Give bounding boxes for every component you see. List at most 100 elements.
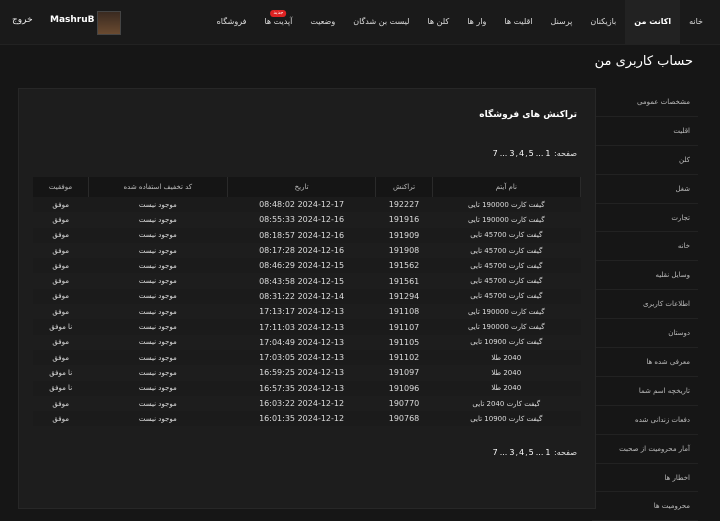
page-link[interactable]: 7 — [493, 448, 498, 457]
sidebar-item[interactable]: اخطار ها — [592, 464, 698, 493]
transaction-id-cell: 191909 — [375, 227, 433, 243]
nav-item[interactable]: آپدیت ها جدید — [255, 0, 301, 44]
item-name-cell: گیفت کارت 2040 تایی — [472, 399, 541, 408]
discount-code-cell: موجود نیست — [138, 246, 177, 255]
sidebar-item[interactable]: دفعات زندانی شده — [592, 406, 698, 435]
status-cell: موفق — [52, 246, 69, 255]
status-cell: موفق — [52, 338, 69, 347]
nav-item-label: وضعیت — [310, 17, 336, 26]
nav-item[interactable]: کلن ها — [418, 0, 458, 44]
page-link[interactable]: 1 — [545, 149, 550, 158]
nav-item[interactable]: لیست بن شدگان — [344, 0, 418, 44]
discount-code-cell: موجود نیست — [88, 258, 228, 274]
new-badge: جدید — [270, 10, 287, 17]
nav-item[interactable]: وضعیت — [301, 0, 344, 44]
item-name-cell: گیفت کارت 190000 تایی — [467, 215, 545, 224]
nav-item[interactable]: اقلیت ها — [495, 0, 541, 44]
date-cell: 2024-12-13 17:03:05 — [227, 349, 376, 366]
page-link[interactable]: 4 — [519, 149, 524, 158]
column-header: کد تخفیف استفاده شده — [88, 177, 228, 197]
table-row: گیفت کارت 45700 تایی 191562 2024-12-15 08:… — [33, 258, 581, 274]
sidebar-item[interactable]: شغل — [592, 175, 698, 204]
discount-code-cell: موجود نیست — [88, 197, 228, 213]
pager-label: صفحه: — [551, 149, 577, 158]
top-navbar: خروج MashruB خانه اکانت من بازیکنان پرسنل اق… — [0, 0, 720, 45]
nav-item[interactable]: خانه — [680, 0, 712, 44]
pagination-top: صفحه: 1...3,4,5...7 — [492, 149, 577, 158]
nav-item[interactable]: بازیکنان — [581, 0, 625, 44]
date-cell: 2024-12-14 08:31:22 — [227, 288, 376, 305]
transaction-id-cell: 191096 — [375, 380, 433, 396]
nav-item-label: آپدیت ها — [264, 17, 293, 26]
table-row: 2040 طلا 191097 2024-12-13 16:59:25 موجود ن… — [33, 365, 581, 380]
nav-item[interactable]: پرسنل — [542, 0, 582, 44]
discount-code-cell: موجود نیست — [88, 288, 228, 305]
date-cell: 2024-12-12 16:03:22 — [259, 399, 345, 408]
status-cell: موفق — [33, 258, 89, 274]
date-cell: 2024-12-13 17:11:03 — [227, 319, 376, 335]
status-cell: موفق — [52, 399, 69, 408]
nav-item[interactable]: فروشگاه — [208, 0, 256, 44]
transactions-table: نام آیتم تراکنش تاریخ کد تخفیف استفاده شده م… — [33, 177, 582, 427]
column-header: تاریخ — [227, 177, 377, 197]
table-row: گیفت کارت 190000 تایی 192227 2024-12-17 08… — [33, 197, 581, 213]
page-link[interactable]: 1 — [545, 448, 550, 457]
item-name-cell: گیفت کارت 190000 تایی — [432, 319, 581, 335]
page-link[interactable]: 3 — [509, 448, 514, 457]
sidebar-item[interactable]: معرفی شده ها — [592, 348, 698, 377]
page-link[interactable]: 3 — [509, 149, 514, 158]
status-cell: موفق — [52, 277, 69, 286]
sidebar-item[interactable]: خانه — [592, 232, 698, 262]
page-link[interactable]: 4 — [519, 448, 524, 457]
table-row: گیفت کارت 45700 تایی 191561 2024-12-15 08:… — [33, 273, 581, 288]
nav-item[interactable]: اکانت من — [625, 0, 681, 44]
page-link[interactable]: 5 — [529, 149, 534, 158]
page-link[interactable]: 7 — [493, 149, 498, 158]
sidebar-item[interactable]: دوستان — [592, 319, 698, 349]
column-header: تراکنش — [375, 177, 433, 197]
item-name-cell: گیفت کارت 10900 تایی — [432, 411, 581, 427]
page-link: ... — [535, 149, 544, 158]
sidebar-item[interactable]: وسایل نقلیه — [592, 261, 698, 291]
discount-code-cell: موجود نیست — [88, 227, 228, 243]
discount-code-cell: موجود نیست — [88, 380, 228, 396]
transaction-id-cell: 191108 — [388, 307, 420, 317]
page-link: ... — [499, 149, 508, 158]
item-name-cell: گیفت کارت 190000 تایی — [432, 197, 581, 213]
discount-code-cell: موجود نیست — [138, 307, 177, 316]
nav-item-label: اکانت من — [634, 17, 672, 26]
page-title: حساب کاربری من — [594, 54, 693, 69]
date-cell: 2024-12-12 16:01:35 — [227, 411, 376, 427]
discount-code-cell: موجود نیست — [88, 411, 228, 427]
table-row: 2040 طلا 191102 2024-12-13 17:03:05 موجود ن… — [33, 349, 581, 366]
sidebar-item[interactable]: کلن — [592, 146, 698, 175]
table-row: گیفت کارت 190000 تایی 191108 2024-12-13 17… — [33, 304, 581, 319]
discount-code-cell: موجود نیست — [88, 319, 228, 335]
transaction-id-cell: 191102 — [375, 349, 433, 366]
table-row: گیفت کارت 45700 تایی 191908 2024-12-16 08:… — [33, 243, 581, 258]
sidebar-item[interactable]: اقلیت — [592, 117, 698, 146]
sidebar-item[interactable]: مشخصات عمومی — [592, 88, 698, 117]
sidebar-item[interactable]: اطلاعات کاربری — [592, 290, 698, 320]
transaction-id-cell: 191562 — [375, 258, 433, 274]
item-name-cell: گیفت کارت 10900 تایی — [470, 338, 543, 347]
username[interactable]: MashruB — [50, 15, 95, 25]
item-name-cell: گیفت کارت 190000 تایی — [467, 307, 545, 316]
transaction-id-cell: 191561 — [388, 276, 420, 286]
sidebar-item[interactable]: تجارت — [592, 204, 698, 233]
date-cell: 2024-12-16 08:55:33 — [259, 215, 345, 225]
column-header: نام آیتم — [432, 177, 582, 197]
shop-transactions-panel: تراکنش های فروشگاه صفحه: 1...3,4,5...7 ن… — [18, 88, 596, 509]
page-link[interactable]: 5 — [529, 448, 534, 457]
avatar[interactable] — [97, 11, 121, 35]
table-header-row: نام آیتم تراکنش تاریخ کد تخفیف استفاده شده م… — [33, 177, 582, 197]
status-cell: نا موفق — [49, 368, 73, 377]
logout-link[interactable]: خروج — [12, 15, 33, 25]
nav-item-label: اقلیت ها — [504, 17, 533, 26]
item-name-cell: گیفت کارت 45700 تایی — [470, 277, 543, 286]
date-cell: 2024-12-13 17:04:49 — [259, 337, 345, 347]
sidebar-item[interactable]: آمار محرومیت از صحبت — [592, 435, 698, 464]
sidebar-item[interactable]: تاریخچه اسم شما — [592, 377, 698, 406]
nav-item[interactable]: وار ها — [458, 0, 495, 44]
transaction-id-cell: 190768 — [375, 411, 433, 427]
